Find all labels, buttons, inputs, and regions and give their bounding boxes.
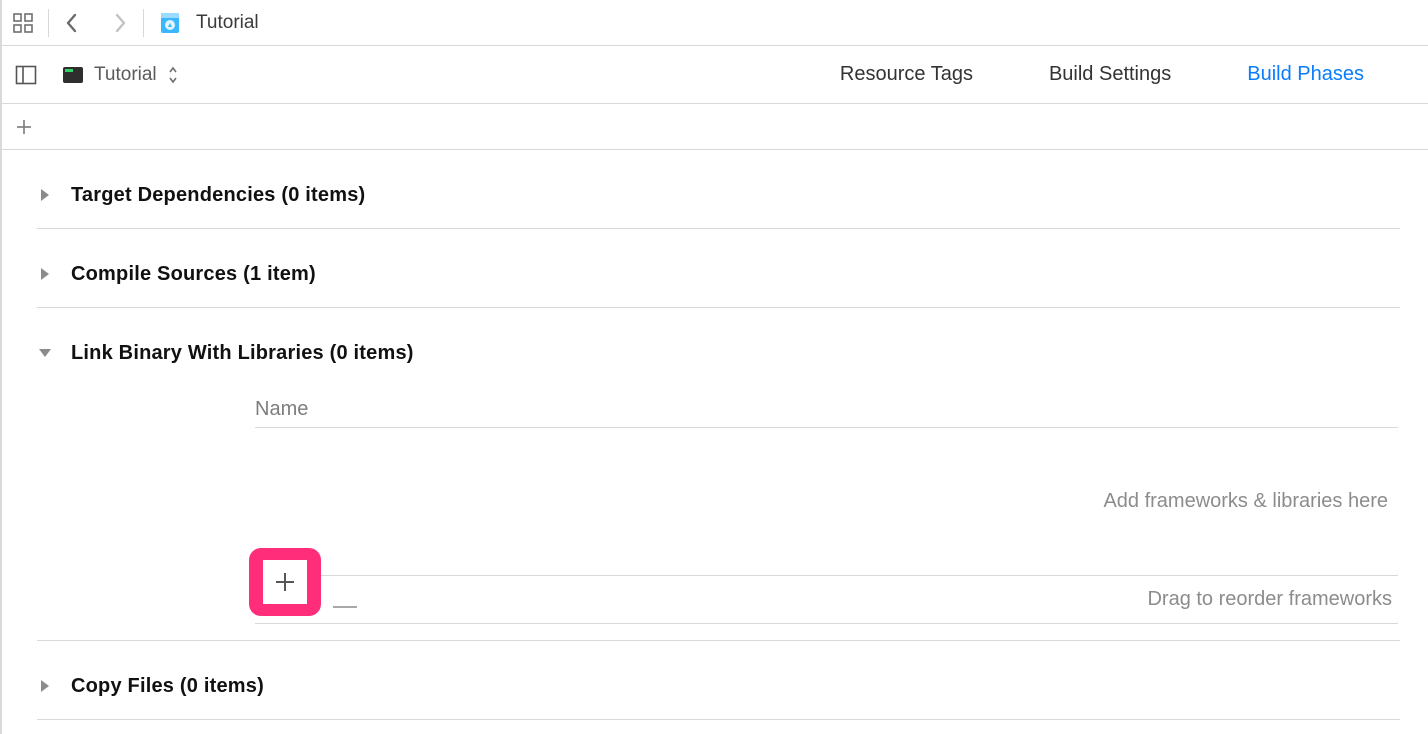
target-icon (62, 64, 84, 86)
navigation-bar: Tutorial (2, 0, 1428, 46)
editor-tabs: Resource Tags Build Settings Build Phase… (840, 63, 1416, 86)
target-name-label: Tutorial (94, 64, 157, 86)
phase-title-label: Target Dependencies (0 items) (71, 184, 365, 207)
outline-toggle-icon[interactable] (14, 63, 38, 87)
link-binary-drop-area[interactable]: Add frameworks & libraries here (255, 428, 1398, 576)
phase-separator (37, 307, 1400, 308)
disclosure-triangle-icon[interactable] (37, 187, 53, 203)
link-binary-footer: Drag to reorder frameworks (255, 576, 1398, 624)
phase-separator (37, 228, 1400, 229)
chevron-updown-icon (167, 65, 179, 85)
nav-forward-button[interactable] (111, 11, 129, 35)
phase-title-label: Compile Sources (1 item) (71, 263, 316, 286)
phase-title-label: Copy Files (0 items) (71, 675, 264, 698)
related-items-icon[interactable] (12, 12, 34, 34)
phase-separator (37, 719, 1400, 720)
tab-resource-tags[interactable]: Resource Tags (840, 63, 973, 86)
remove-framework-button[interactable] (333, 606, 357, 608)
phase-copy-files: Copy Files (0 items) (37, 659, 1428, 720)
nav-back-button[interactable] (63, 11, 81, 35)
target-tab-bar: Tutorial Resource Tags Build Settings Bu… (2, 46, 1428, 104)
phase-header[interactable]: Copy Files (0 items) (37, 659, 1400, 713)
disclosure-triangle-icon[interactable] (37, 678, 53, 694)
link-binary-empty-hint: Add frameworks & libraries here (1103, 490, 1388, 513)
column-name-label: Name (255, 398, 308, 427)
add-framework-highlight (249, 548, 321, 616)
add-phase-button[interactable] (14, 117, 34, 137)
project-icon[interactable] (158, 11, 182, 35)
disclosure-triangle-down-icon[interactable] (37, 345, 53, 361)
link-binary-body: Name Add frameworks & libraries here Dra… (37, 398, 1400, 624)
phase-header[interactable]: Compile Sources (1 item) (37, 247, 1400, 301)
divider (48, 9, 49, 37)
add-phase-row (2, 104, 1428, 150)
breadcrumb-title[interactable]: Tutorial (196, 12, 259, 34)
divider (143, 9, 144, 37)
phase-header[interactable]: Link Binary With Libraries (0 items) (37, 326, 1400, 380)
tab-build-phases[interactable]: Build Phases (1247, 63, 1364, 86)
add-framework-button[interactable] (263, 560, 307, 604)
phase-target-dependencies: Target Dependencies (0 items) (37, 168, 1428, 229)
phase-link-binary: Link Binary With Libraries (0 items) Nam… (37, 326, 1428, 641)
phase-compile-sources: Compile Sources (1 item) (37, 247, 1428, 308)
disclosure-triangle-icon[interactable] (37, 266, 53, 282)
target-selector[interactable]: Tutorial (62, 64, 179, 86)
link-binary-reorder-hint: Drag to reorder frameworks (1147, 588, 1398, 611)
phase-title-label: Link Binary With Libraries (0 items) (71, 342, 414, 365)
phase-header[interactable]: Target Dependencies (0 items) (37, 168, 1400, 222)
link-binary-columns: Name (255, 398, 1398, 428)
build-phases-list: Target Dependencies (0 items) Compile So… (2, 150, 1428, 720)
tab-build-settings[interactable]: Build Settings (1049, 63, 1171, 86)
